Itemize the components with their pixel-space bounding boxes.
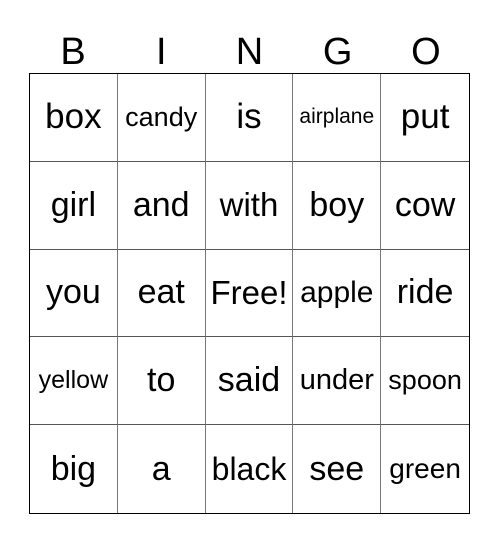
bingo-cell: Free! bbox=[205, 249, 294, 338]
bingo-cell: and bbox=[117, 161, 206, 250]
bingo-cell: girl bbox=[30, 161, 118, 250]
bingo-cell: big bbox=[30, 425, 118, 513]
bingo-cell: cow bbox=[381, 162, 469, 250]
bingo-cell: with bbox=[205, 161, 294, 250]
bingo-cell: is bbox=[205, 74, 294, 162]
header-letter-g: G bbox=[322, 31, 353, 73]
bingo-cell: spoon bbox=[381, 337, 469, 426]
bingo-cell: you bbox=[30, 249, 118, 338]
bingo-header: B I N G O bbox=[29, 30, 470, 74]
bingo-cell: boy bbox=[293, 161, 382, 250]
bingo-cell: put bbox=[381, 74, 469, 162]
bingo-cell: said bbox=[205, 337, 294, 426]
bingo-cell: to bbox=[117, 337, 206, 426]
header-letter-o: O bbox=[411, 31, 441, 73]
bingo-card-grid: box candy is airplane put girl and with boy cow yo… bbox=[29, 73, 470, 514]
header-letter-i: I bbox=[156, 31, 167, 73]
bingo-cell: green bbox=[389, 453, 461, 485]
header-letter-b: B bbox=[60, 31, 86, 73]
bingo-cell: see bbox=[293, 425, 382, 513]
bingo-cell: ride bbox=[381, 250, 469, 338]
bingo-cell: a bbox=[118, 425, 206, 513]
bingo-cell: box bbox=[30, 74, 118, 162]
bingo-cell: under bbox=[293, 337, 382, 426]
header-letter-n: N bbox=[235, 31, 264, 73]
bingo-cell: airplane bbox=[293, 74, 382, 162]
bingo-cell: yellow bbox=[30, 337, 118, 426]
bingo-cell: apple bbox=[293, 249, 382, 338]
bingo-cell: black bbox=[206, 425, 294, 513]
bingo-cell: candy bbox=[117, 74, 206, 162]
bingo-cell: eat bbox=[117, 249, 206, 338]
